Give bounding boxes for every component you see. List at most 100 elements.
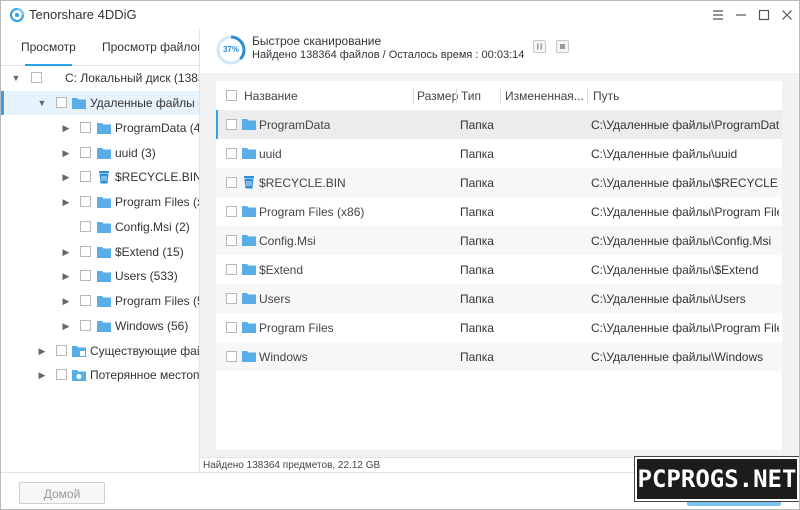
checkbox[interactable] [80, 295, 91, 306]
cell-type: Папка [460, 176, 494, 190]
tab-file-view[interactable]: Просмотр файлов [102, 29, 199, 65]
home-button[interactable]: Домой [19, 482, 105, 504]
row-checkbox[interactable] [226, 322, 237, 333]
checkbox[interactable] [80, 171, 91, 182]
tab-view[interactable]: Просмотр [21, 29, 76, 66]
cell-type: Папка [460, 147, 494, 161]
row-checkbox[interactable] [226, 206, 237, 217]
maximize-icon[interactable] [753, 5, 775, 25]
progress-percent: 37% [222, 45, 239, 54]
column-modified[interactable]: Измененная... [505, 89, 584, 103]
row-checkbox[interactable] [226, 351, 237, 362]
cell-name: Users [259, 292, 291, 306]
table-row[interactable]: Windows Папка C:\Удаленные файлы\Windows [216, 342, 782, 371]
expand-arrow-icon[interactable]: ▶ [61, 319, 71, 333]
tree-item-label: C: Локальный диск (13836 [65, 71, 200, 85]
column-size[interactable]: Размер [417, 89, 458, 103]
cell-name: ProgramData [259, 118, 331, 132]
folder-icon [97, 148, 111, 159]
expand-arrow-icon[interactable]: ▶ [61, 269, 71, 283]
pause-button[interactable] [533, 40, 546, 53]
tree-item-recycle-bin[interactable]: ▶ $RECYCLE.BIN (4 [1, 165, 199, 189]
checkbox[interactable] [80, 196, 91, 207]
checkbox[interactable] [56, 345, 67, 356]
table-row[interactable]: $RECYCLE.BIN Папка C:\Удаленные файлы\$R… [216, 168, 782, 197]
checkbox[interactable] [31, 72, 42, 83]
column-type[interactable]: Тип [461, 89, 481, 103]
checkbox[interactable] [80, 147, 91, 158]
select-all-checkbox[interactable] [226, 90, 237, 101]
tree-item-windows[interactable]: ▶ Windows (56) [1, 314, 199, 338]
tree-item-existing-files[interactable]: ▶ Существующие файл [1, 339, 199, 363]
right-panel: 37% Быстрое сканирование Найдено 138364 … [200, 29, 799, 472]
app-window: Tenorshare 4DDiG Просмотр Просмотр файло… [0, 0, 800, 510]
folder-icon [97, 296, 111, 307]
expand-arrow-icon[interactable]: ▶ [61, 245, 71, 259]
tree-item-label: $Extend (15) [115, 245, 184, 259]
recycle-bin-icon [99, 171, 109, 184]
cell-type: Папка [460, 234, 494, 248]
folder-icon [97, 197, 111, 208]
table-row[interactable]: uuid Папка C:\Удаленные файлы\uuid [216, 139, 782, 168]
table-row[interactable]: Program Files Папка C:\Удаленные файлы\P… [216, 313, 782, 342]
table-row[interactable]: ProgramData Папка C:\Удаленные файлы\Pro… [216, 110, 782, 139]
tree-item-config-msi[interactable]: Config.Msi (2) [1, 215, 199, 239]
title-bar: Tenorshare 4DDiG [1, 1, 799, 29]
expand-arrow-icon[interactable]: ▶ [61, 195, 71, 209]
row-checkbox[interactable] [226, 235, 237, 246]
folder-icon [242, 148, 256, 159]
tree-item-drive-c[interactable]: ▼ C: Локальный диск (13836 [1, 66, 199, 90]
tree-item-lost-location[interactable]: ▶ Потерянное местопо. [1, 363, 199, 387]
tree-item-programdata[interactable]: ▶ ProgramData (46 [1, 116, 199, 140]
row-checkbox[interactable] [226, 119, 237, 130]
table-row[interactable]: Users Папка C:\Удаленные файлы\Users [216, 284, 782, 313]
expand-arrow-icon[interactable]: ▶ [61, 170, 71, 184]
folder-icon [242, 264, 256, 275]
table-row[interactable]: Config.Msi Папка C:\Удаленные файлы\Conf… [216, 226, 782, 255]
checkbox[interactable] [80, 246, 91, 257]
cell-path: C:\Удаленные файлы\ProgramData [591, 118, 779, 132]
table-row[interactable]: Program Files (x86) Папка C:\Удаленные ф… [216, 197, 782, 226]
tree-item-uuid[interactable]: ▶ uuid (3) [1, 141, 199, 165]
column-name[interactable]: Название [244, 89, 298, 103]
tree-item-label: Program Files (x8 [115, 195, 199, 209]
row-checkbox[interactable] [226, 293, 237, 304]
left-panel: Просмотр Просмотр файлов ▼ C: Локальный … [1, 29, 200, 472]
minimize-icon[interactable] [730, 5, 752, 25]
table-row[interactable]: $Extend Папка C:\Удаленные файлы\$Extend [216, 255, 782, 284]
row-checkbox[interactable] [226, 264, 237, 275]
close-icon[interactable] [776, 5, 798, 25]
menu-icon[interactable] [707, 5, 729, 25]
app-title: Tenorshare 4DDiG [29, 7, 137, 22]
folder-icon [97, 123, 111, 134]
recycle-bin-icon [244, 176, 254, 189]
expand-arrow-icon[interactable]: ▼ [11, 71, 21, 85]
expand-arrow-icon[interactable]: ▶ [37, 368, 47, 382]
tree-item-deleted-files[interactable]: ▼ Удаленные файлы (79 [1, 91, 199, 115]
row-checkbox[interactable] [226, 148, 237, 159]
checkbox[interactable] [80, 270, 91, 281]
expand-arrow-icon[interactable]: ▶ [61, 121, 71, 135]
tree-item-users[interactable]: ▶ Users (533) [1, 264, 199, 288]
tree-item-program-files-x86[interactable]: ▶ Program Files (x8 [1, 190, 199, 214]
column-divider [456, 89, 457, 103]
checkbox[interactable] [56, 369, 67, 380]
checkbox[interactable] [80, 122, 91, 133]
expand-arrow-icon[interactable]: ▶ [37, 344, 47, 358]
cell-type: Папка [460, 350, 494, 364]
tree-item-label: Users (533) [115, 269, 178, 283]
column-path[interactable]: Путь [593, 89, 619, 103]
lost-location-icon [72, 370, 86, 381]
tree-item-extend[interactable]: ▶ $Extend (15) [1, 240, 199, 264]
stop-button[interactable] [556, 40, 569, 53]
expand-arrow-icon[interactable]: ▶ [61, 146, 71, 160]
checkbox[interactable] [80, 320, 91, 331]
expand-arrow-icon[interactable]: ▶ [61, 294, 71, 308]
folder-icon [242, 293, 256, 304]
expand-arrow-icon[interactable]: ▼ [37, 96, 47, 110]
checkbox[interactable] [80, 221, 91, 232]
checkbox[interactable] [56, 97, 67, 108]
tree-item-program-files[interactable]: ▶ Program Files (55 [1, 289, 199, 313]
row-checkbox[interactable] [226, 177, 237, 188]
folder-icon [72, 346, 86, 357]
